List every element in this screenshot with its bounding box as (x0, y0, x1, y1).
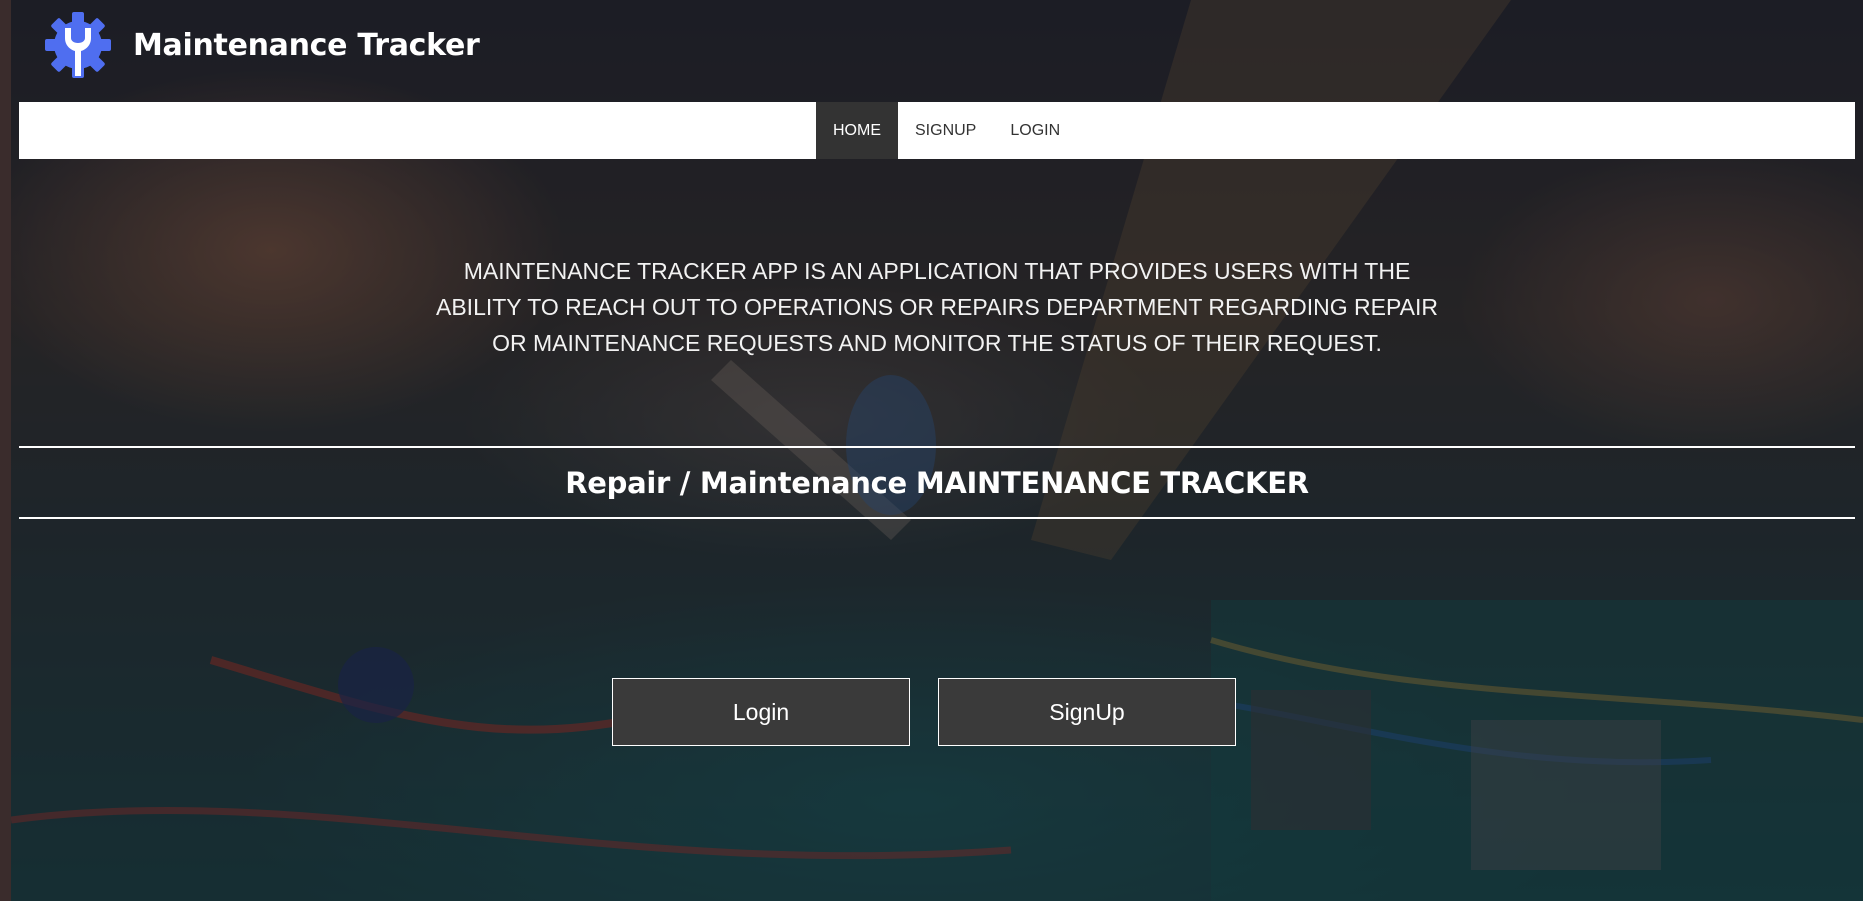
heading-prefix: Repair / Maintenance (565, 465, 907, 500)
heading-rule-bottom (19, 517, 1855, 519)
heading-accent: MAINTENANCE TRACKER (915, 465, 1309, 500)
nav-item-home[interactable]: HOME (816, 102, 898, 159)
login-button[interactable]: Login (612, 678, 910, 746)
brand-name: Maintenance Tracker (133, 27, 480, 63)
section-heading: Repair / Maintenance MAINTENANCE TRACKER (19, 448, 1855, 517)
nav-item-signup[interactable]: SIGNUP (898, 102, 993, 159)
auth-actions: Login SignUp (612, 678, 1236, 746)
nav-menu: HOME SIGNUP LOGIN (816, 102, 1077, 159)
nav-item-login[interactable]: LOGIN (993, 102, 1077, 159)
page-root: Maintenance Tracker HOME SIGNUP LOGIN MA… (11, 0, 1863, 901)
intro-text: MAINTENANCE TRACKER APP IS AN APPLICATIO… (436, 258, 1438, 356)
brand[interactable]: Maintenance Tracker (43, 10, 480, 80)
signup-button[interactable]: SignUp (938, 678, 1236, 746)
top-navbar: HOME SIGNUP LOGIN (19, 102, 1855, 159)
wrench-gear-icon (45, 12, 111, 78)
